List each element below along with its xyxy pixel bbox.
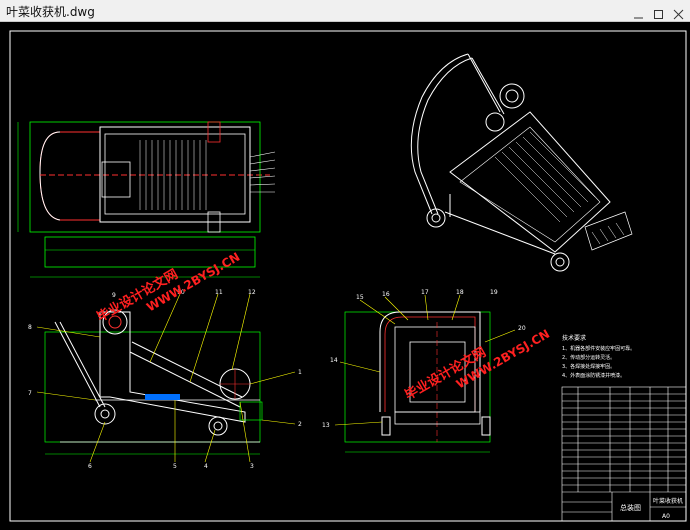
title-block: 总装图 叶菜收获机 A0 <box>561 386 687 522</box>
watermark-2: 毕业设计论文网 WWW.2BYSJ.CN <box>402 327 552 404</box>
part-number-13: 13 <box>322 422 330 429</box>
drawing-canvas[interactable]: 1 2 3 4 5 6 7 8 9 10 11 12 13 14 15 16 1… <box>0 22 690 526</box>
watermark-1: 毕业设计论文网 WWW.2BYSJ.CN <box>94 250 242 326</box>
sheet-size: A0 <box>662 513 670 520</box>
tech-notes-title: 技术要求 <box>562 334 586 342</box>
window-titlebar: 叶菜收获机.dwg <box>0 0 690 22</box>
tech-note-2: 2、传动部分运转灵活。 <box>562 354 615 361</box>
drawing-name: 总装图 <box>620 503 641 512</box>
part-number-9: 9 <box>112 292 116 299</box>
part-number-16: 16 <box>382 291 390 298</box>
part-number-2: 2 <box>298 421 302 428</box>
part-number-8: 8 <box>28 324 32 331</box>
part-number-3: 3 <box>250 463 254 470</box>
part-number-1: 1 <box>298 369 302 376</box>
part-number-19: 19 <box>490 289 498 296</box>
part-number-6: 6 <box>88 463 92 470</box>
close-icon[interactable] <box>673 5 684 20</box>
cad-drawing: 1 2 3 4 5 6 7 8 9 10 11 12 13 14 15 16 1… <box>9 30 687 522</box>
part-number-5: 5 <box>173 463 177 470</box>
part-number-12: 12 <box>248 289 256 296</box>
part-number-4: 4 <box>204 463 208 470</box>
side-view: 1 2 3 4 5 6 7 8 9 10 11 12 <box>28 289 302 470</box>
tech-note-3: 3、各焊接处焊接牢固。 <box>562 363 615 370</box>
part-number-11: 11 <box>215 289 223 296</box>
sheet-frame <box>9 30 687 522</box>
part-number-15: 15 <box>356 294 364 301</box>
part-number-18: 18 <box>456 289 464 296</box>
part-number-14: 14 <box>330 357 338 364</box>
tech-note-4: 4、外表面涂防锈漆并喷漆。 <box>562 372 625 379</box>
machine-name: 叶菜收获机 <box>653 497 683 505</box>
part-number-17: 17 <box>421 289 429 296</box>
window-title: 叶菜收获机.dwg <box>6 5 95 19</box>
isometric-view <box>410 53 633 272</box>
part-number-20: 20 <box>518 325 526 332</box>
tech-note-1: 1、机器各部件安装应牢固可靠。 <box>562 345 635 352</box>
maximize-icon[interactable] <box>653 5 664 19</box>
technical-notes: 技术要求 1、机器各部件安装应牢固可靠。 2、传动部分运转灵活。 3、各焊接处焊… <box>562 334 635 379</box>
part-number-7: 7 <box>28 390 32 397</box>
minimize-icon[interactable] <box>633 5 644 19</box>
